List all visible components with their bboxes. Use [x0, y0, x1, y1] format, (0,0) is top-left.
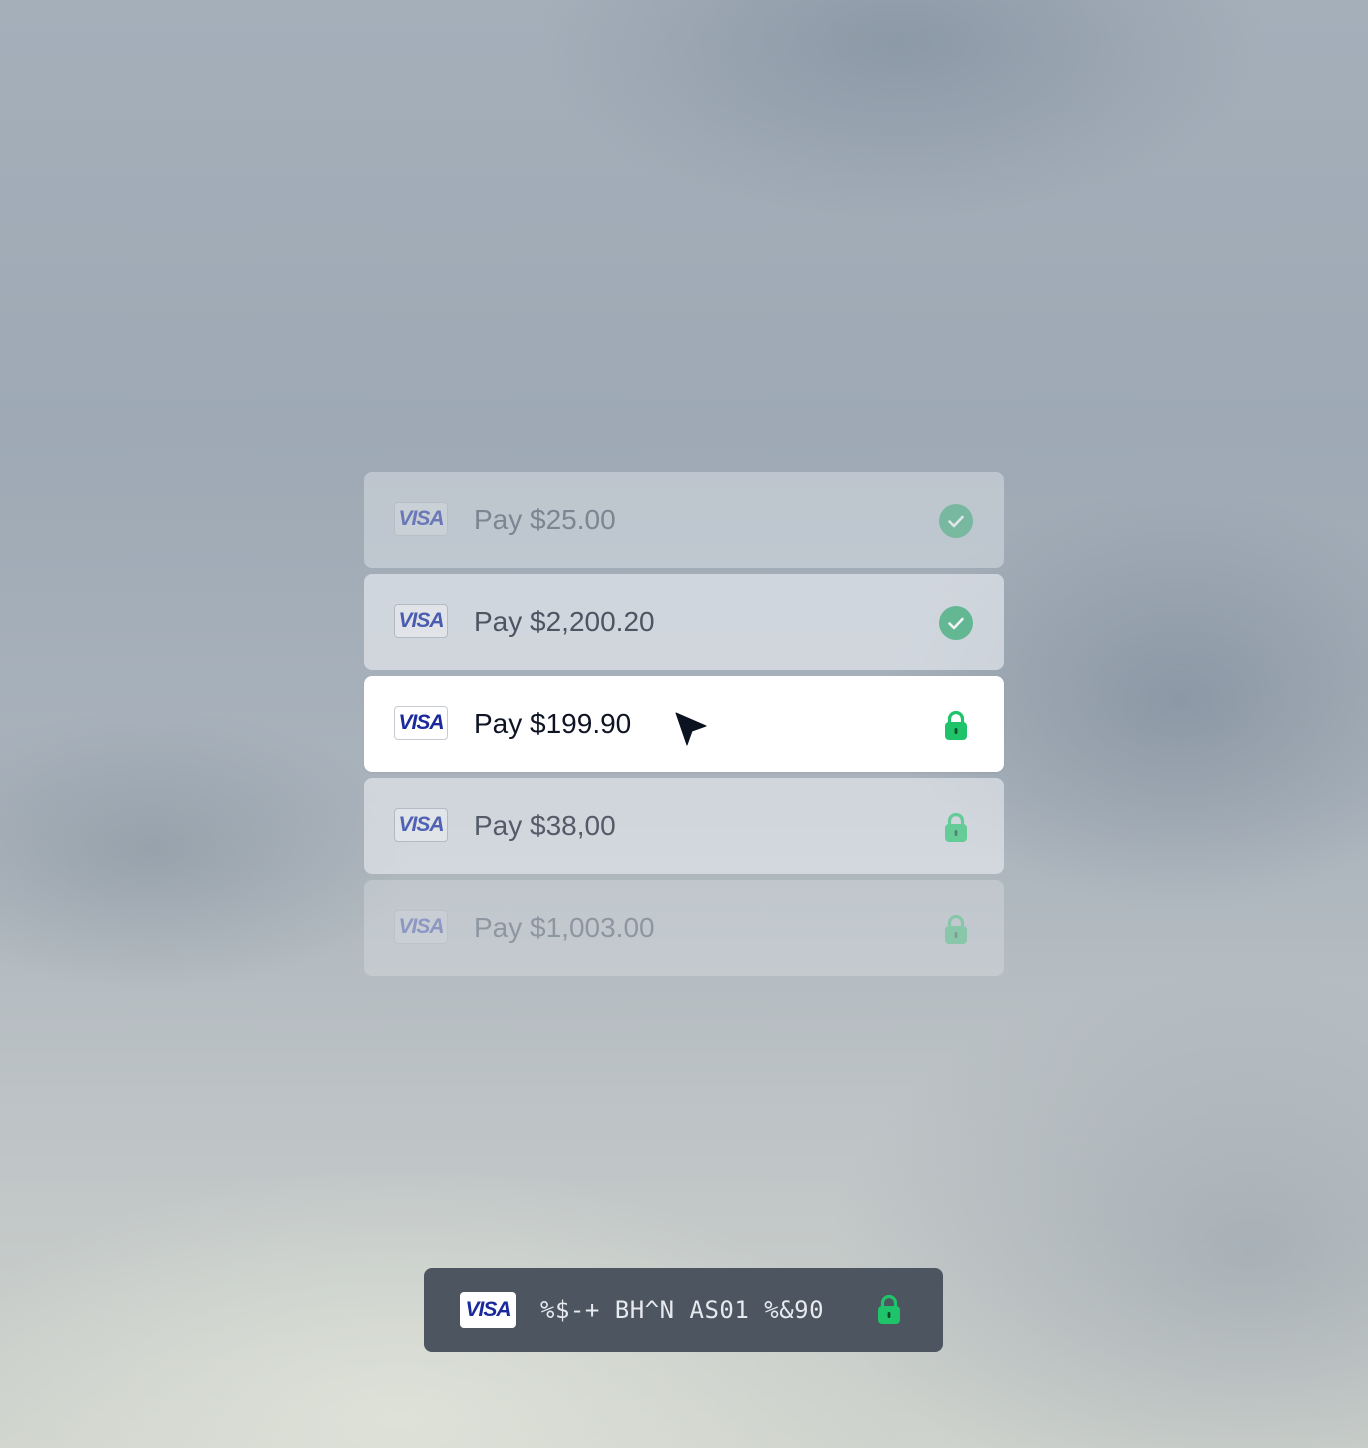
payment-row[interactable]: VISA Pay $1,003.00	[364, 880, 1004, 976]
lock-icon	[945, 710, 967, 740]
payment-row[interactable]: VISA Pay $2,200.20	[364, 574, 1004, 670]
lock-icon	[945, 812, 967, 842]
payment-amount-label: Pay $2,200.20	[474, 606, 655, 637]
lock-icon	[945, 914, 967, 944]
payment-row[interactable]: VISA Pay $38,00	[364, 778, 1004, 874]
visa-card-icon: VISA	[394, 808, 448, 842]
card-number-bar: VISA %$-+ BH^N AS01 %&90	[424, 1268, 943, 1352]
check-circle-icon	[939, 606, 973, 640]
payment-amount-label: Pay $38,00	[474, 810, 616, 841]
mouse-pointer-icon	[674, 711, 708, 747]
visa-card-icon: VISA	[394, 910, 448, 944]
visa-card-icon: VISA	[460, 1292, 516, 1328]
check-circle-icon	[939, 504, 973, 538]
visa-card-icon: VISA	[394, 502, 448, 536]
payment-amount-label: Pay $1,003.00	[474, 912, 655, 943]
payment-amount-label: Pay $199.90	[474, 708, 632, 739]
lock-icon	[878, 1294, 900, 1324]
visa-card-icon: VISA	[394, 604, 448, 638]
masked-card-number: %$-+ BH^N AS01 %&90	[540, 1296, 825, 1324]
payment-row[interactable]: VISA Pay $25.00	[364, 472, 1004, 568]
visa-card-icon: VISA	[394, 706, 448, 740]
payment-amount-label: Pay $25.00	[474, 504, 616, 535]
